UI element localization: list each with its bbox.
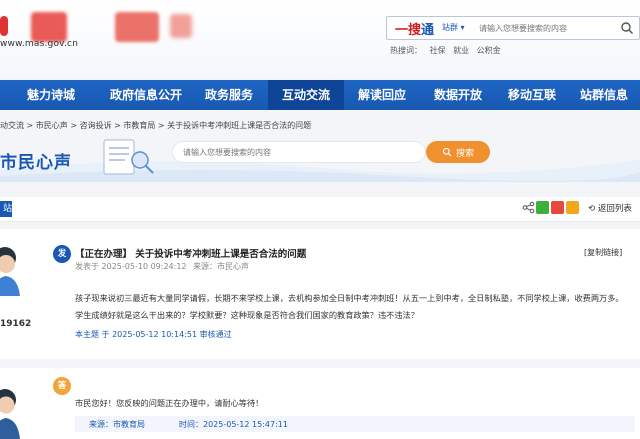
search-icon [442, 147, 452, 157]
hot-search-label: 热搜词： [390, 46, 422, 55]
header-search-input[interactable] [479, 17, 614, 39]
post-published-time: 发表于 2025-05-10 09:24:12 [75, 262, 187, 271]
nav-item-gov-info[interactable]: 政府信息公开 [102, 80, 190, 110]
user-id: 19162 [0, 319, 32, 329]
nav-item-mobile[interactable]: 移动互联 [496, 80, 568, 110]
nav-item-charm-poetry-city[interactable]: 魅力诗城 [0, 80, 102, 110]
post-body-line-2: 学生成绩好就是这么干出来的？学校默要？这种现象是否符合我们国家的教育政策？违不违… [75, 310, 419, 320]
hot-search-words: 热搜词： 社保 就业 公积金 [390, 45, 506, 56]
site-domain: www.mas.gov.cn [0, 39, 79, 49]
official-avatar [0, 389, 20, 439]
hot-word[interactable]: 就业 [453, 46, 469, 55]
reply-post: 答 市民您好！您反映的问题正在办理中，请耐心等待！ 来源：市教育局 时间：202… [0, 368, 640, 439]
reply-source: 来源：市教育局 [89, 420, 145, 429]
logo-red-shape-2 [31, 12, 67, 42]
search-icon[interactable] [620, 21, 634, 35]
answer-badge-icon: 答 [53, 377, 71, 395]
breadcrumb[interactable]: 动交流 > 市民心声 > 咨询投诉 > 市教育局 > 关于投诉中考冲刺班上课是否… [0, 120, 311, 131]
section-tag: 站 [0, 201, 12, 217]
site-group-select[interactable]: 站群 ▾ [442, 22, 465, 33]
banner-search-button-label: 搜索 [455, 148, 474, 159]
site-logo[interactable] [0, 16, 8, 36]
post-review-status: 本主题 于 2025-05-12 10:14:51 审核通过 [75, 329, 232, 340]
nav-item-gov-services[interactable]: 政务服务 [190, 80, 268, 110]
nav-item-interaction[interactable]: 互动交流 [268, 80, 344, 110]
main-nav: 魅力诗城 政府信息公开 政务服务 互动交流 解读回应 数据开放 移动互联 站群信… [0, 80, 640, 110]
site-search-box[interactable]: 一搜通 站群 ▾ [386, 16, 640, 40]
back-to-list-label: 返回列表 [597, 204, 632, 214]
reply-footer: 来源：市教育局 时间：2025-05-12 15:47:11 [75, 416, 635, 432]
nav-item-open-data[interactable]: 数据开放 [420, 80, 496, 110]
page-title: 市民心声 [0, 153, 72, 173]
post-toolbar: ⟲ 返回列表 [0, 197, 640, 222]
post-title: 【正在办理】 关于投诉中考冲刺班上课是否合法的问题 [75, 249, 307, 260]
nav-item-site-group[interactable]: 站群信息 [568, 80, 640, 110]
weibo-icon[interactable] [551, 201, 564, 214]
copy-link-button[interactable]: [复制链接] [584, 247, 622, 258]
share-icon[interactable] [522, 201, 535, 214]
post-review-time: 本主题 于 2025-05-12 10:14:51 [75, 330, 198, 339]
hot-word[interactable]: 社保 [430, 46, 446, 55]
question-badge-icon: 发 [53, 245, 71, 263]
user-avatar [0, 247, 20, 296]
question-post: 19162 发 【正在办理】 关于投诉中考冲刺班上课是否合法的问题 [复制链接]… [0, 229, 640, 359]
banner-search-box[interactable] [172, 141, 426, 163]
back-to-list-link[interactable]: ⟲ 返回列表 [588, 202, 632, 214]
post-body-line-1: 孩子现来说初三最近有大量同学请假，长期不来学校上课，去机构参加全日制中考冲刺班！… [75, 293, 624, 303]
hot-word[interactable]: 公积金 [477, 46, 501, 55]
review-status-badge: 审核通过 [199, 330, 232, 339]
logo-red-shape-4 [170, 14, 192, 38]
back-arrow-icon: ⟲ [588, 204, 598, 214]
yisoutong-logo: 一搜通 [395, 23, 435, 38]
wechat-icon[interactable] [536, 201, 549, 214]
nav-item-interpretation[interactable]: 解读回应 [344, 80, 420, 110]
document-illustration-icon [103, 139, 154, 175]
reply-text: 市民您好！您反映的问题正在办理中，请耐心等待！ [75, 398, 264, 408]
banner-search-input[interactable] [183, 142, 413, 162]
reply-time: 时间：2025-05-12 15:47:11 [179, 420, 288, 429]
qzone-icon[interactable] [566, 201, 579, 214]
banner-search-button[interactable]: 搜索 [426, 141, 490, 163]
logo-red-shape-3 [115, 12, 159, 42]
post-source: 来源：市民心声 [193, 262, 249, 271]
